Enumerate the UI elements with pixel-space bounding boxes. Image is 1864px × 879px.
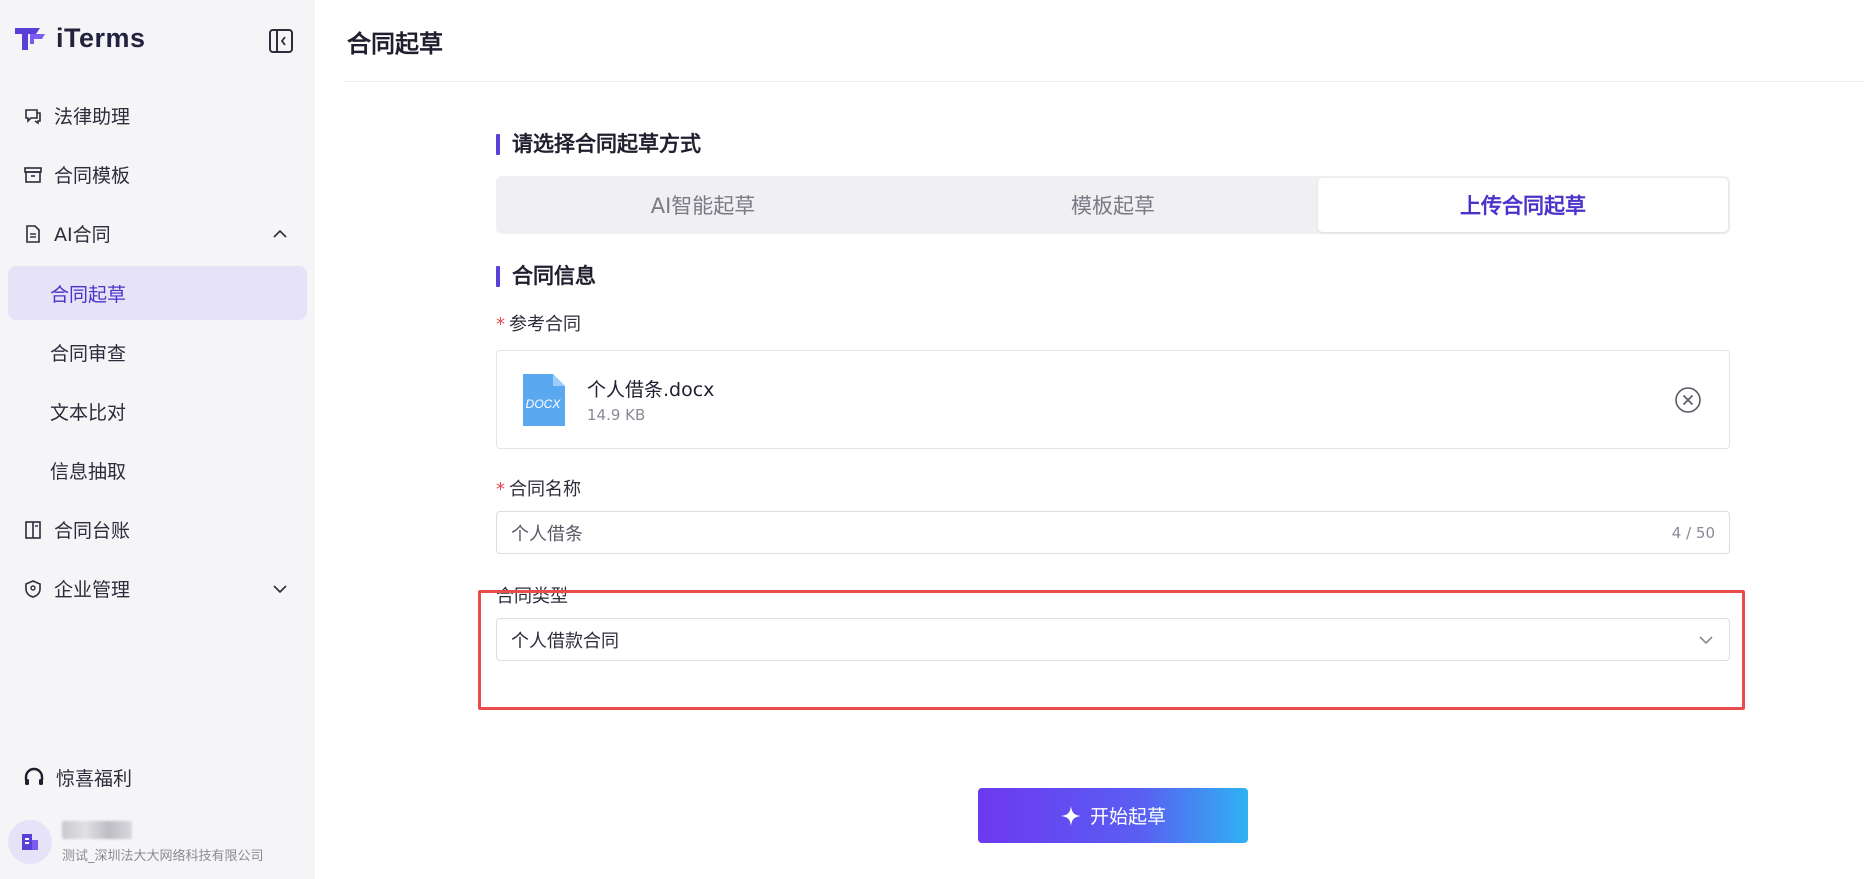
sidebar-item-info-extraction[interactable]: 信息抽取 bbox=[0, 441, 315, 500]
page-title: 合同起草 bbox=[347, 30, 443, 58]
sidebar-item-label: 合同起草 bbox=[50, 283, 127, 306]
sidebar-item-label: 合同台账 bbox=[54, 520, 131, 542]
surprise-benefits-link[interactable]: 惊喜福利 bbox=[22, 764, 132, 791]
chevron-up-icon bbox=[273, 229, 287, 238]
required-mark: * bbox=[496, 479, 505, 500]
tab-upload-drafting[interactable]: 上传合同起草 bbox=[1318, 178, 1728, 232]
draft-method-tabs: AI智能起草 模板起草 上传合同起草 bbox=[496, 176, 1730, 234]
chat-icon bbox=[22, 105, 44, 127]
sidebar-item-label: 企业管理 bbox=[54, 579, 131, 601]
tab-ai-drafting[interactable]: AI智能起草 bbox=[498, 178, 908, 232]
archive-icon bbox=[22, 164, 44, 186]
contract-name-value: 个人借条 bbox=[511, 523, 583, 545]
bottom-link-label: 惊喜福利 bbox=[56, 768, 133, 790]
document-icon bbox=[22, 223, 44, 245]
sidebar-item-text-compare[interactable]: 文本比对 bbox=[0, 382, 315, 441]
start-button-label: 开始起草 bbox=[1089, 807, 1166, 828]
required-mark: * bbox=[496, 314, 505, 335]
avatar bbox=[8, 820, 52, 864]
method-section-title: 请选择合同起草方式 bbox=[496, 130, 1730, 158]
file-size: 14.9 KB bbox=[587, 406, 646, 424]
sidebar-item-label: 信息抽取 bbox=[50, 461, 127, 483]
user-info: 测试_深圳法大大网络科技有限公司 bbox=[62, 820, 264, 864]
file-name: 个人借条.docx bbox=[587, 379, 715, 401]
building-icon bbox=[22, 834, 38, 850]
svg-text:DOCX: DOCX bbox=[526, 397, 562, 411]
sidebar-nav: 法律助理 合同模板 AI合同 合同起草 合同审查 文本比对 信息抽取 合同台账 … bbox=[0, 86, 315, 618]
sidebar-item-label: 法律助理 bbox=[54, 106, 131, 128]
sidebar-item-contract-templates[interactable]: 合同模板 bbox=[0, 145, 315, 204]
user-org: 测试_深圳法大大网络科技有限公司 bbox=[62, 848, 264, 864]
docx-file-icon: DOCX bbox=[523, 373, 565, 426]
sidebar-item-legal-assistant[interactable]: 法律助理 bbox=[0, 86, 315, 145]
uploaded-file-card: DOCX 个人借条.docx 14.9 KB bbox=[496, 350, 1730, 449]
start-drafting-button[interactable]: 开始起草 bbox=[978, 788, 1248, 843]
brand-name: iTerms bbox=[56, 22, 146, 53]
draft-form: 请选择合同起草方式 AI智能起草 模板起草 上传合同起草 合同信息 * 参考合同 … bbox=[496, 130, 1730, 661]
contract-name-input[interactable]: 个人借条 4 / 50 bbox=[496, 511, 1730, 554]
sidebar-item-contract-drafting[interactable]: 合同起草 bbox=[8, 266, 307, 320]
sidebar-item-label: 文本比对 bbox=[50, 402, 127, 424]
chevron-down-icon bbox=[273, 584, 287, 593]
sidebar-item-label: AI合同 bbox=[54, 224, 111, 246]
sidebar-item-enterprise-management[interactable]: 企业管理 bbox=[0, 559, 315, 618]
sidebar-item-ai-contract[interactable]: AI合同 bbox=[0, 204, 315, 263]
collapse-sidebar-icon[interactable] bbox=[268, 28, 294, 54]
brand-logo-icon bbox=[15, 28, 45, 50]
divider bbox=[345, 81, 1864, 82]
sidebar: iTerms 法律助理 合同模板 AI合同 合同起草 合同审查 文本比对 信息抽… bbox=[0, 0, 315, 879]
sidebar-item-label: 合同审查 bbox=[50, 343, 127, 365]
user-profile[interactable]: 测试_深圳法大大网络科技有限公司 bbox=[8, 820, 264, 864]
ledger-icon bbox=[22, 519, 44, 541]
file-info: 个人借条.docx 14.9 KB bbox=[587, 375, 714, 424]
tab-template-drafting[interactable]: 模板起草 bbox=[908, 178, 1318, 232]
char-counter: 4 / 50 bbox=[1671, 523, 1715, 542]
highlight-annotation bbox=[478, 590, 1745, 710]
headset-icon bbox=[24, 767, 44, 785]
reference-contract-label: * 参考合同 bbox=[496, 314, 581, 335]
sidebar-item-contract-review[interactable]: 合同审查 bbox=[0, 323, 315, 382]
sidebar-item-label: 合同模板 bbox=[54, 165, 131, 187]
user-name-redacted bbox=[62, 820, 132, 839]
logo[interactable]: iTerms bbox=[12, 22, 146, 54]
sidebar-item-contract-ledger[interactable]: 合同台账 bbox=[0, 500, 315, 559]
remove-file-icon[interactable] bbox=[1673, 385, 1703, 415]
shield-icon bbox=[22, 578, 44, 600]
contract-name-label: * 合同名称 bbox=[496, 479, 581, 500]
info-section-title: 合同信息 bbox=[496, 262, 1730, 290]
sparkle-icon bbox=[1060, 805, 1081, 826]
